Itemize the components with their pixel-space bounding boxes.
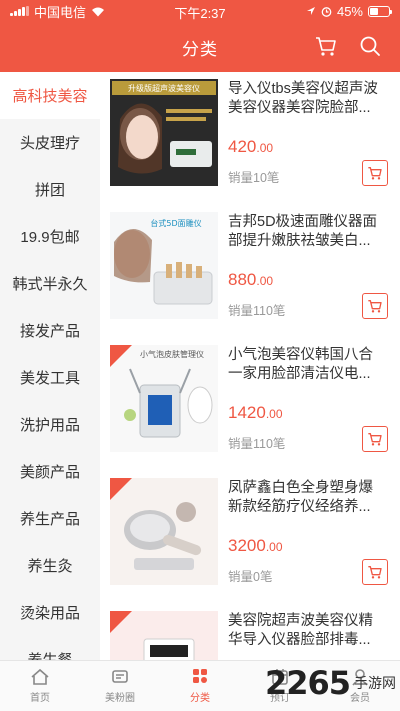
tab-label: 分类 [190,693,210,704]
sidebar-item-label: 养生灸 [27,558,73,575]
sidebar-item-label: 19.9包邮 [20,229,80,246]
watermark-number: 2265 [264,664,351,702]
tab-community[interactable]: 美粉圈 [80,661,160,711]
product-sales: 销量0笔 [228,570,273,584]
product-price: 420.00 [228,137,274,156]
sidebar-item-moxibustion[interactable]: 养生灸 [0,542,100,589]
product-card[interactable]: 小气泡皮肤管理仪 小气泡美容仪韩国八合一家用脸部清洁仪电... 1420.00 … [100,338,400,471]
sidebar-item-label: 洗护用品 [19,417,80,434]
sidebar-item-semi-permanent[interactable]: 韩式半永久 [0,260,100,307]
product-name: 小气泡美容仪韩国八合一家用脸部清洁仪电... [228,347,373,382]
add-to-cart-button[interactable] [362,426,388,452]
tab-label: 美粉圈 [105,693,135,704]
product-sales: 销量10笔 [228,171,280,185]
location-icon [306,7,315,15]
add-to-cart-button[interactable] [362,160,388,186]
cart-icon [368,300,382,313]
sidebar-item-label: 高科技美容 [12,88,88,105]
category-icon [193,669,207,683]
product-list: 升级版超声波美容仪 导入仪tbs美容仪超声波美容仪器美容院脸部... 420.0… [100,72,400,660]
category-sidebar: 高科技美容 头皮理疗 拼团 19.9包邮 韩式半永久 接发产品 美发工具 洗护用… [0,72,100,660]
page-title: 分类 [182,39,218,59]
product-sales: 销量110笔 [228,437,286,451]
product-name: 凤萨鑫白色全身塑身爆新款经筋疗仪经络养... [228,480,373,515]
sidebar-item-label: 韩式半永久 [12,276,88,293]
sidebar-item-hair-tools[interactable]: 美发工具 [0,354,100,401]
watermark-text: 手游网 [354,675,396,691]
cart-icon [368,566,382,579]
sidebar-item-label: 接发产品 [19,323,80,340]
search-icon[interactable] [358,34,382,58]
sidebar-item-beauty-products[interactable]: 美颜产品 [0,448,100,495]
product-card[interactable]: 凤萨鑫白色全身塑身爆新款经筋疗仪经络养... 3200.00 销量0笔 [100,471,400,604]
cart-icon [368,167,382,180]
sidebar-item-health-meal[interactable]: 养生餐 [0,636,100,660]
sidebar-item-high-tech-beauty[interactable]: 高科技美容 [0,72,100,119]
cart-icon[interactable] [314,34,338,58]
product-sales: 销量110笔 [228,304,286,318]
sidebar-item-hair-extensions[interactable]: 接发产品 [0,307,100,354]
cart-icon [368,433,382,446]
sidebar-item-label: 美颜产品 [19,464,80,481]
tab-category[interactable]: 分类 [160,661,240,711]
sidebar-item-scalp-therapy[interactable]: 头皮理疗 [0,119,100,166]
product-card[interactable]: 台式5D面雕仪 吉邦5D极速面雕仪器面部提升嫩肤祛皱美白... 880.00 销… [100,205,400,338]
product-price: 3200.00 [228,536,283,555]
product-image [110,611,218,660]
sidebar-item-group-buy[interactable]: 拼团 [0,166,100,213]
sidebar-item-label: 美发工具 [19,370,80,387]
wifi-icon [92,7,105,16]
battery-icon [368,5,392,17]
product-card[interactable]: 升级版超声波美容仪 导入仪tbs美容仪超声波美容仪器美容院脸部... 420.0… [100,72,400,205]
product-name: 导入仪tbs美容仪超声波美容仪器美容院脸部... [228,81,378,116]
carrier-label: 中国电信 [34,4,87,20]
battery-percent: 45% [336,3,363,19]
status-bar: 中国电信 下午2:37 45% [0,0,400,22]
nav-bar: 分类 [0,22,400,72]
product-image: 台式5D面雕仪 [110,212,218,319]
product-image: 小气泡皮肤管理仪 [110,345,218,452]
sidebar-item-free-shipping[interactable]: 19.9包邮 [0,213,100,260]
signal-icon [10,6,29,16]
sidebar-item-perm-dye[interactable]: 烫染用品 [0,589,100,636]
header: 中国电信 下午2:37 45% 分类 [0,0,400,72]
sidebar-item-label: 养生餐 [27,649,72,660]
sidebar-item-label: 烫染用品 [19,605,80,622]
add-to-cart-button[interactable] [362,293,388,319]
thumb-caption: 台式5D面雕仪 [150,218,201,228]
product-name: 吉邦5D极速面雕仪器面部提升嫩肤祛皱美白... [228,214,378,249]
add-to-cart-button[interactable] [362,559,388,585]
circle-icon [112,670,128,683]
product-price: 880.00 [228,270,274,289]
product-name: 美容院超声波美容仪精华导入仪器脸部排毒... [228,613,373,648]
sidebar-item-label: 拼团 [34,182,65,199]
thumb-caption: 升级版超声波美容仪 [128,83,200,93]
tab-home[interactable]: 首页 [0,661,80,711]
product-price: 1420.00 [228,403,283,422]
product-image: 升级版超声波美容仪 [110,79,218,186]
product-card[interactable]: 美容院超声波美容仪精华导入仪器脸部排毒... [100,604,400,660]
home-icon [31,668,49,685]
product-image [110,478,218,585]
sidebar-item-health-products[interactable]: 养生产品 [0,495,100,542]
thumb-caption: 小气泡皮肤管理仪 [140,349,204,359]
sidebar-item-label: 头皮理疗 [19,135,80,152]
sidebar-item-wash-care[interactable]: 洗护用品 [0,401,100,448]
site-watermark: 2265 手游网 [265,664,396,702]
alarm-icon [321,6,332,17]
tab-label: 首页 [30,693,50,704]
sidebar-item-label: 养生产品 [19,511,80,528]
